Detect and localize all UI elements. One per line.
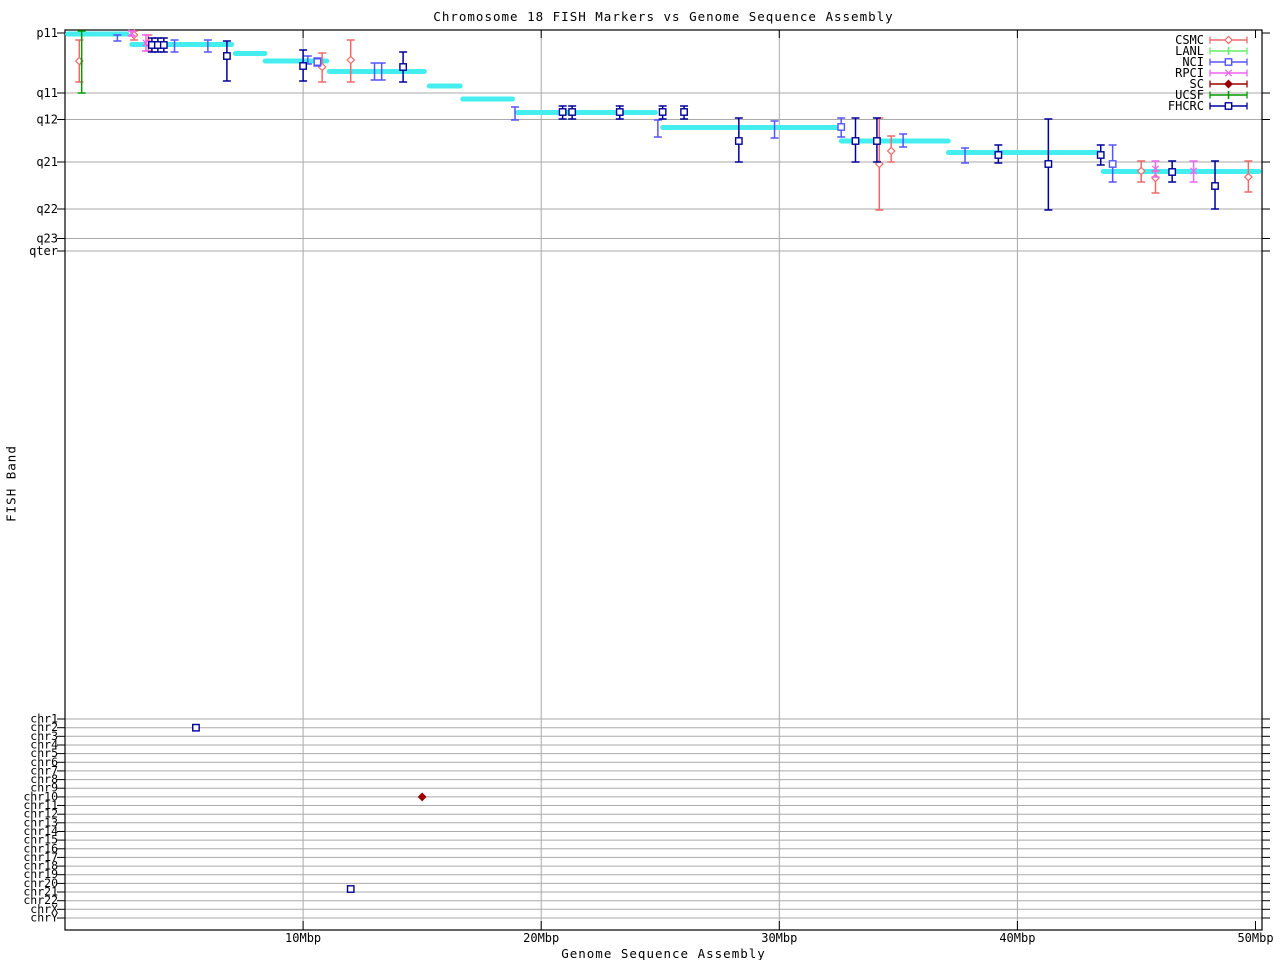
- x-tick-label-30: 30Mbp: [761, 931, 797, 945]
- marker: [558, 108, 567, 116]
- marker: [1243, 172, 1253, 182]
- marker: [1108, 160, 1117, 168]
- marker: [994, 151, 1003, 159]
- assembly-band: [326, 69, 427, 74]
- series-FHCRC: [147, 37, 1220, 893]
- y-axis-label: FISH Band: [3, 445, 19, 522]
- marker: [568, 108, 577, 116]
- axis-tick-labels: p11q11q12q21q22q23qterchr1chr2chr3chr4ch…: [23, 26, 1273, 945]
- marker: [886, 146, 896, 156]
- marker: [615, 108, 624, 116]
- band-label-q22: q22: [36, 202, 58, 216]
- marker: [399, 63, 408, 71]
- series-SC: [417, 792, 427, 802]
- marker: [851, 137, 860, 145]
- assembly-band: [1100, 169, 1262, 174]
- series-CSMC: [74, 30, 1253, 211]
- chr-label-chrY: chrY: [30, 911, 58, 925]
- marker: [1224, 35, 1233, 45]
- axis-ticks: [57, 30, 1270, 930]
- legend-label-FHCRC: FHCRC: [1168, 99, 1204, 113]
- marker: [299, 62, 307, 70]
- assembly-band: [945, 150, 1101, 155]
- marker: [680, 108, 688, 116]
- x-axis-label: Genome Sequence Assembly: [561, 946, 766, 960]
- marker: [1168, 168, 1177, 176]
- marker: [159, 41, 168, 49]
- marker: [658, 108, 667, 116]
- x-tick-label-50: 50Mbp: [1237, 931, 1273, 945]
- marker: [223, 52, 231, 60]
- x-tick-label-40: 40Mbp: [999, 931, 1035, 945]
- series-NCI: [113, 34, 1117, 183]
- marker: [734, 137, 743, 145]
- marker: [1224, 102, 1233, 110]
- marker: [873, 137, 881, 145]
- plot-border: [64, 29, 1263, 931]
- band-label-q12: q12: [36, 113, 58, 127]
- band-label-p11: p11: [36, 26, 58, 40]
- marker: [346, 885, 355, 893]
- x-tick-label-20: 20Mbp: [523, 931, 559, 945]
- marker: [313, 58, 322, 66]
- marker: [192, 723, 200, 732]
- assembly-band: [515, 110, 658, 115]
- marker: [1096, 151, 1105, 159]
- assembly-band: [460, 96, 516, 102]
- band-label-q11: q11: [36, 86, 58, 100]
- marker: [1211, 182, 1219, 190]
- assembly-band-segments: [65, 31, 1262, 174]
- marker: [1224, 58, 1233, 66]
- legend-entry-RPCI: RPCI: [1175, 66, 1248, 80]
- marker: [1044, 160, 1053, 168]
- marker: [1224, 79, 1233, 89]
- assembly-band: [660, 125, 842, 130]
- x-tick-label-10: 10Mbp: [285, 931, 321, 945]
- gridlines: [65, 30, 1262, 930]
- band-label-q21: q21: [36, 155, 58, 169]
- chart-canvas: p11q11q12q21q22q23qterchr1chr2chr3chr4ch…: [23, 26, 1273, 945]
- fish-chart-figure: Chromosome 18 FISH Markers vs Genome Seq…: [0, 0, 1280, 960]
- marker: [837, 123, 846, 131]
- marker: [417, 792, 427, 802]
- band-label-qter: qter: [29, 244, 58, 258]
- assembly-band: [232, 51, 268, 56]
- assembly-band: [426, 83, 463, 89]
- legend-entry-FHCRC: FHCRC: [1168, 99, 1248, 113]
- marker: [346, 55, 356, 65]
